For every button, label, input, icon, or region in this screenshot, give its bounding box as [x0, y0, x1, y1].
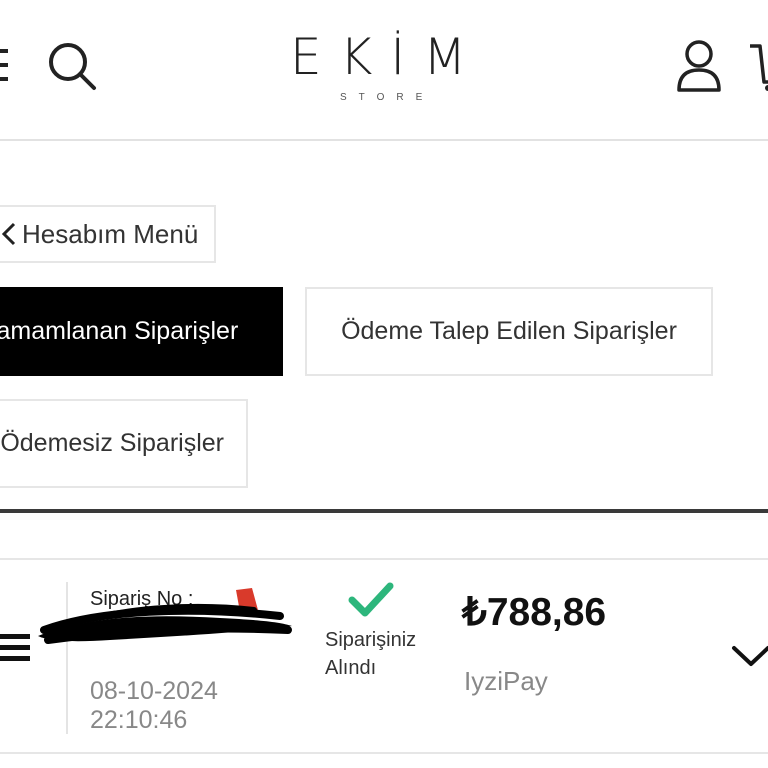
- account-menu-label: Hesabım Menü: [22, 218, 199, 249]
- logo-text: EKİM: [290, 28, 485, 86]
- chevron-down-icon[interactable]: [730, 642, 768, 670]
- store-logo[interactable]: EKİM STORE: [290, 28, 474, 110]
- tab-completed-orders[interactable]: Tamamlanan Siparişler: [0, 287, 283, 376]
- order-total: ₺788,86: [462, 591, 607, 634]
- site-header: EKİM STORE: [0, 0, 768, 141]
- search-icon[interactable]: [46, 40, 98, 92]
- account-menu-button[interactable]: Hesabım Menü: [0, 205, 216, 263]
- section-divider: [0, 509, 768, 513]
- order-date: 08-10-2024: [90, 677, 218, 705]
- payment-method: IyziPay: [464, 666, 548, 696]
- user-icon[interactable]: [674, 38, 724, 94]
- chevron-left-icon: [2, 222, 16, 246]
- order-status: Siparişiniz Alındı: [325, 629, 417, 679]
- tab-payment-requested-orders-label: Ödeme Talep Edilen Siparişler: [341, 317, 677, 345]
- tab-completed-orders-label: Tamamlanan Siparişler: [0, 317, 239, 345]
- logo-subtext: STORE: [340, 92, 435, 103]
- tab-unpaid-orders[interactable]: Ödemesiz Siparişler: [0, 399, 248, 488]
- menu-icon: [0, 634, 30, 661]
- cart-icon[interactable]: [748, 40, 768, 92]
- check-icon: [348, 582, 394, 617]
- tab-payment-requested-orders[interactable]: Ödeme Talep Edilen Siparişler: [305, 287, 713, 376]
- menu-icon[interactable]: [0, 45, 8, 85]
- tab-unpaid-orders-label: Ödemesiz Siparişler: [0, 429, 224, 457]
- page: EKİM STORE Hesabım Menü Tamamlanan Sipar…: [0, 0, 768, 768]
- order-time: 22:10:46: [90, 706, 188, 734]
- order-card[interactable]: Sipariş No : 08-10-2024 22:10:46 Sipariş…: [0, 558, 768, 754]
- order-number-redaction: [38, 603, 292, 644]
